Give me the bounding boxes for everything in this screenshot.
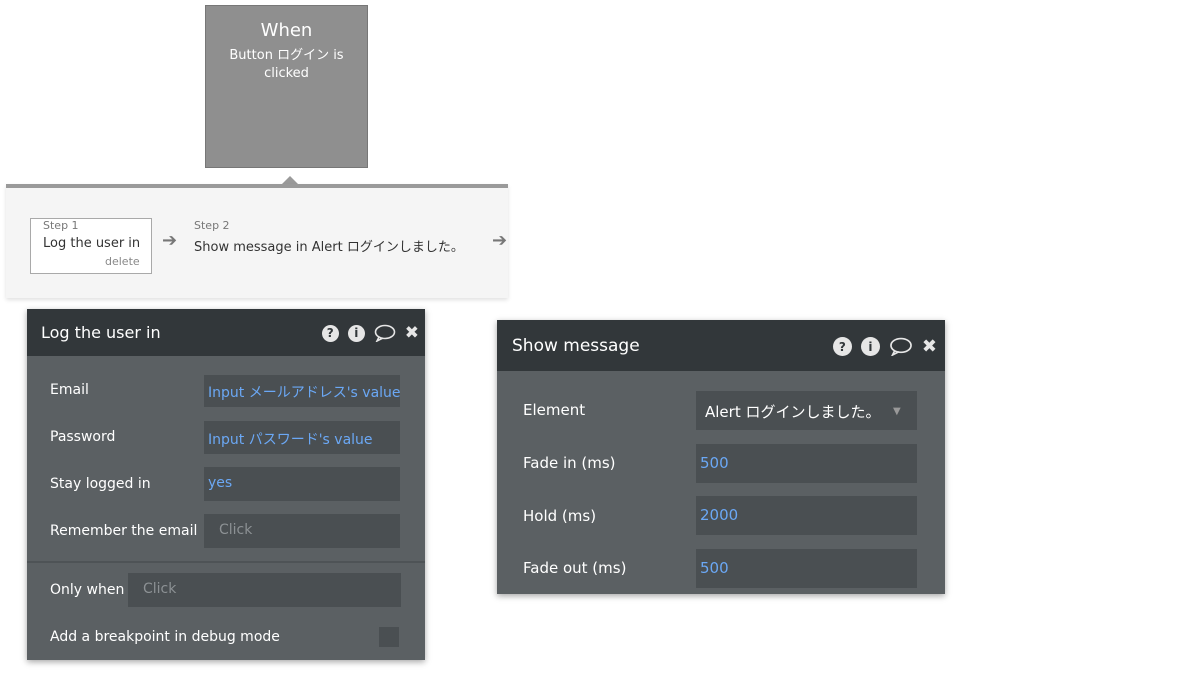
fade-in-label: Fade in (ms) <box>523 454 616 472</box>
panel-title: Show message <box>512 336 640 356</box>
remember-email-field[interactable]: Click <box>204 514 400 548</box>
email-field[interactable]: Input メールアドレス's value <box>204 375 400 407</box>
step-2-label[interactable]: Show message in Alert ログインしました。 <box>194 236 464 255</box>
step-1-number: Step 1 <box>43 219 79 232</box>
comment-icon[interactable] <box>889 337 913 356</box>
info-icon[interactable]: i <box>347 324 365 342</box>
password-label: Password <box>50 429 116 445</box>
event-trigger-box[interactable]: When Button ログイン is clicked <box>205 5 368 168</box>
fade-out-field[interactable]: 500 <box>696 549 917 588</box>
element-dropdown[interactable]: Alert ログインしました。 <box>696 391 917 430</box>
step-1-delete-link[interactable]: delete <box>105 255 140 268</box>
panel-title: Log the user in <box>41 323 161 342</box>
only-when-label: Only when <box>50 582 125 598</box>
divider <box>27 561 425 563</box>
close-icon[interactable]: ✖ <box>922 336 937 357</box>
stay-logged-in-label: Stay logged in <box>50 476 151 492</box>
show-message-action-panel: Show message ? i ✖ Element Alert ログインしまし… <box>497 320 945 594</box>
trigger-title: When <box>260 20 313 41</box>
trigger-pointer <box>282 176 298 184</box>
hold-field[interactable]: 2000 <box>696 496 917 535</box>
only-when-field[interactable]: Click <box>128 573 401 607</box>
help-icon[interactable]: ? <box>832 337 852 356</box>
close-icon[interactable]: ✖ <box>405 323 419 343</box>
email-label: Email <box>50 382 89 398</box>
panel-header: Log the user in ? i ✖ <box>27 309 425 356</box>
breakpoint-label: Add a breakpoint in debug mode <box>50 629 280 645</box>
info-icon[interactable]: i <box>860 337 880 356</box>
login-action-panel: Log the user in ? i ✖ Email Input メールアドレ… <box>27 309 425 660</box>
step-2-number: Step 2 <box>194 219 230 232</box>
remember-email-label: Remember the email <box>50 523 198 539</box>
breakpoint-checkbox[interactable] <box>379 627 399 647</box>
fade-out-label: Fade out (ms) <box>523 559 627 577</box>
trigger-subtitle: Button ログイン is clicked <box>229 48 344 81</box>
panel-header-icons: ? i ✖ <box>321 323 419 343</box>
panel-header: Show message ? i ✖ <box>497 320 945 371</box>
arrow-right-icon: ➔ <box>492 230 508 251</box>
comment-icon[interactable] <box>374 324 396 342</box>
fade-in-field[interactable]: 500 <box>696 444 917 483</box>
element-label: Element <box>523 401 586 419</box>
panel-header-icons: ? i ✖ <box>832 336 937 357</box>
step-1-label: Log the user in <box>43 236 141 251</box>
password-field[interactable]: Input パスワード's value <box>204 421 400 454</box>
arrow-right-icon: ➔ <box>162 230 178 251</box>
help-icon[interactable]: ? <box>321 324 339 342</box>
stay-logged-in-field[interactable]: yes <box>204 467 400 501</box>
hold-label: Hold (ms) <box>523 507 597 525</box>
chevron-down-icon[interactable]: ▼ <box>893 406 901 417</box>
